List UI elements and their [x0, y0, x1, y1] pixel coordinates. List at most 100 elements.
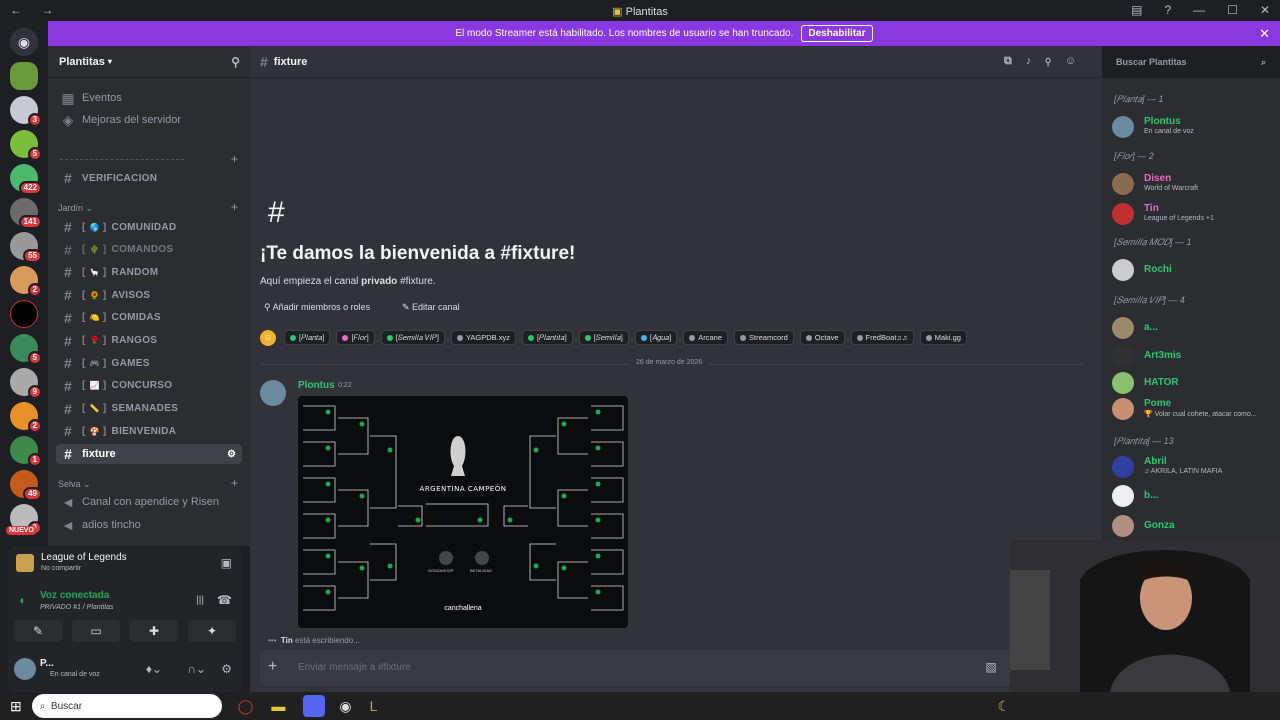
discord-home-icon[interactable]: ◉: [10, 28, 38, 56]
server-icon[interactable]: 3: [10, 96, 42, 127]
avatar[interactable]: [14, 658, 36, 680]
settings-icon[interactable]: ⚙: [221, 662, 232, 676]
channel-comandos[interactable]: # [🌵] COMANDOS: [56, 240, 242, 260]
discord-taskbar-icon[interactable]: [303, 695, 326, 717]
role-tag[interactable]: [𝐹𝑙𝑜𝑟]: [336, 330, 375, 345]
pin-icon[interactable]: ⚲: [1045, 55, 1064, 67]
server-icon[interactable]: 1: [10, 436, 42, 467]
category-selva[interactable]: Selva ⌄: [58, 479, 91, 490]
close-icon[interactable]: ✕: [1259, 26, 1270, 42]
opera-icon[interactable]: ◯: [238, 698, 254, 715]
role-tag[interactable]: [𝑆𝑒𝑚𝑖𝑙𝑙𝑎]: [578, 330, 629, 345]
avatar[interactable]: [260, 380, 286, 406]
member-item[interactable]: Disen World of Warcraft: [1112, 171, 1272, 197]
member-item[interactable]: a...: [1112, 315, 1272, 341]
inbox-icon[interactable]: ▤: [1131, 3, 1142, 17]
add-channel-icon[interactable]: +: [231, 476, 238, 490]
weather-icon[interactable]: ☾: [997, 698, 1010, 715]
add-members-button[interactable]: ⚲ Añadir miembros o roles: [264, 302, 370, 313]
voice-channel[interactable]: ◄ adios tincho: [56, 515, 242, 535]
sidebar-item-events[interactable]: ▦ Eventos: [56, 88, 242, 108]
taskbar-search[interactable]: ⌕ Buscar: [31, 694, 222, 718]
channel-verificacion[interactable]: # VERIFICACION: [56, 168, 242, 188]
add-member-icon[interactable]: ⚲: [231, 55, 240, 69]
channel-random[interactable]: # [🦙] RANDOM: [56, 262, 242, 282]
activities-icon[interactable]: ✚: [130, 620, 178, 642]
role-tag[interactable]: [𝑆𝑒𝑚𝑖𝑙𝑙𝑎 𝑉𝐼𝑃]: [380, 330, 445, 345]
threads-icon[interactable]: ⧉: [1004, 55, 1026, 67]
voice-channel[interactable]: ◄ Canal con apendice y Risen: [56, 492, 242, 512]
channel-bienvenida[interactable]: # [🍄] BIENVENIDA: [56, 421, 242, 441]
bell-icon[interactable]: ♪: [1026, 55, 1046, 67]
server-icon[interactable]: [10, 300, 38, 328]
obs-icon[interactable]: ◉: [339, 698, 351, 715]
member-item[interactable]: Plontus En canal de voz: [1112, 114, 1272, 140]
folder-icon[interactable]: ▬: [271, 698, 285, 714]
disable-streamer-button[interactable]: Deshabilitar: [801, 25, 873, 42]
settings-icon[interactable]: ⚙: [227, 449, 236, 460]
channel-avisos[interactable]: # [🌻] AVISOS: [56, 285, 242, 305]
camera-icon[interactable]: ✎: [14, 620, 62, 642]
message-author[interactable]: Plontus: [298, 380, 335, 391]
role-tag[interactable]: [𝑃𝑙𝑎𝑛𝑡𝑎]: [284, 330, 331, 345]
add-channel-icon[interactable]: +: [231, 200, 238, 214]
member-item[interactable]: HATOR: [1112, 370, 1272, 396]
role-tag[interactable]: YAGPDB.xyz: [450, 330, 516, 345]
role-tag[interactable]: Maki.gg: [919, 330, 967, 345]
gift-icon[interactable]: ▧: [985, 660, 1010, 674]
server-icon[interactable]: 2: [10, 266, 42, 297]
screen-share-icon[interactable]: ▭: [72, 620, 120, 642]
message-composer[interactable]: + Enviar mensaje a #fixture ▧▤: [260, 650, 1022, 686]
channel-semanades[interactable]: # [📏] SEMANADES: [56, 399, 242, 419]
channel-comidas[interactable]: # [🍋] COMIDAS: [56, 308, 242, 328]
server-icon[interactable]: 141: [10, 198, 42, 229]
role-tag[interactable]: Arcane: [683, 330, 729, 345]
role-tag[interactable]: [𝑃𝑙𝑎𝑛𝑡𝑖𝑡𝑎]: [521, 330, 573, 345]
channel-games[interactable]: # [🎮] GAMES: [56, 353, 242, 373]
server-icon[interactable]: 9: [10, 368, 42, 399]
members-icon[interactable]: ☺: [1065, 55, 1090, 67]
bracket-image[interactable]: ARGENTINA CAMPEÓN GONZASHOP BETALIDAD ca…: [298, 396, 628, 628]
microphone-icon[interactable]: ♦⌄: [146, 662, 162, 676]
server-icon[interactable]: 49: [10, 470, 42, 501]
disconnect-icon[interactable]: ☎: [217, 593, 232, 607]
role-tag[interactable]: Octave: [799, 330, 845, 345]
server-icon[interactable]: 5: [10, 334, 42, 365]
maximize-button[interactable]: ☐: [1227, 3, 1238, 17]
member-item[interactable]: Pome 🏆 Volar cual cohete, atacar como...: [1112, 396, 1272, 422]
search-input[interactable]: Buscar Plantitas ⌕: [1110, 52, 1272, 72]
server-icon-plantitas[interactable]: [10, 62, 38, 90]
member-item[interactable]: Rochi: [1112, 257, 1272, 283]
server-icon[interactable]: 5: [10, 130, 42, 161]
headphones-icon[interactable]: ∩⌄: [187, 662, 206, 676]
minimize-button[interactable]: —: [1193, 3, 1205, 17]
screen-share-icon[interactable]: ▣: [221, 556, 232, 570]
member-item[interactable]: b...: [1112, 483, 1272, 509]
voice-channel-name[interactable]: PRIVADO #1 / Plantitas: [40, 604, 114, 611]
soundboard-icon[interactable]: ✦: [188, 620, 236, 642]
channel-concurso[interactable]: # [📈] CONCURSO: [56, 376, 242, 396]
sidebar-item-boosts[interactable]: ◈ Mejoras del servidor: [56, 110, 242, 130]
role-tag[interactable]: Streamcord: [734, 330, 794, 345]
member-item[interactable]: Tin League of Legends +1: [1112, 201, 1272, 227]
edit-channel-button[interactable]: ✎ Editar canal: [402, 302, 460, 313]
role-tag[interactable]: [𝐴𝑔𝑢𝑎]: [634, 330, 678, 345]
noise-suppression-icon[interactable]: |||: [196, 595, 204, 606]
member-item[interactable]: Abril ♫ AKRILA, LATIN MAFIA: [1112, 454, 1272, 480]
composer-input[interactable]: Enviar mensaje a #fixture: [298, 662, 411, 673]
windows-start-icon[interactable]: ⊞: [10, 698, 22, 715]
channel-fixture[interactable]: # fixture ⚙: [56, 444, 242, 464]
close-button[interactable]: ✕: [1260, 3, 1270, 17]
channel-comunidad[interactable]: # [🌎] COMUNIDAD: [56, 217, 242, 237]
channel-rangos[interactable]: # [🌹] RANGOS: [56, 331, 242, 351]
member-item[interactable]: Gonza: [1112, 513, 1272, 539]
category-jardin[interactable]: Jardín ⌄: [58, 203, 93, 214]
member-item[interactable]: Art3mis: [1112, 343, 1272, 369]
league-taskbar-icon[interactable]: L: [370, 698, 378, 714]
server-icon[interactable]: 2: [10, 402, 42, 433]
help-icon[interactable]: ?: [1164, 3, 1171, 17]
server-icon[interactable]: 55: [10, 232, 42, 263]
server-header[interactable]: Plantitas ▾ ⚲: [48, 46, 250, 78]
server-icon[interactable]: 422: [10, 164, 42, 195]
plus-icon[interactable]: +: [268, 658, 277, 676]
